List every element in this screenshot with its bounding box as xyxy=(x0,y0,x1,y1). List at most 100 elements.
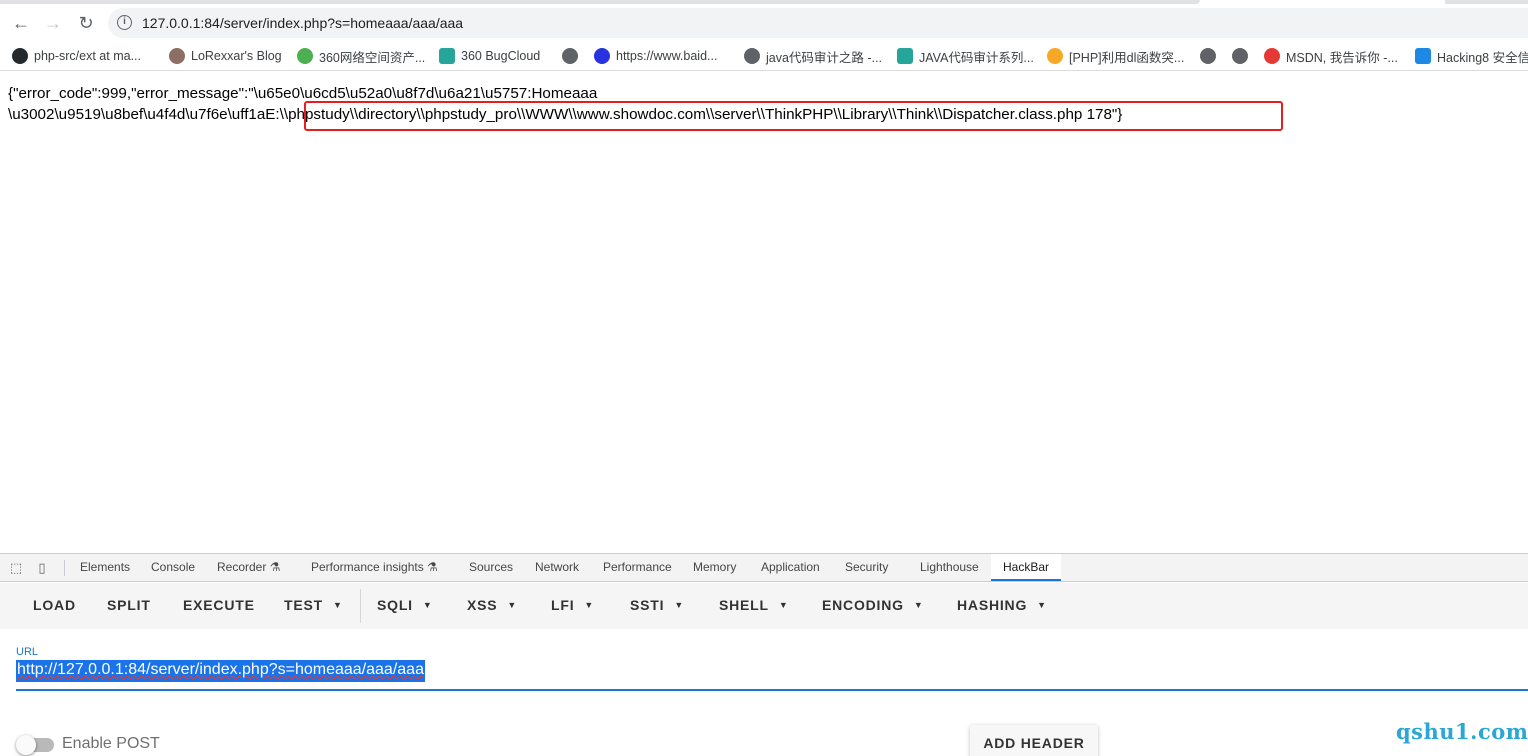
bookmark-item[interactable] xyxy=(1232,47,1254,65)
hackbar-load-button[interactable]: LOAD xyxy=(33,597,76,613)
reload-button[interactable]: ↻ xyxy=(73,10,99,36)
devtools-tab-performance[interactable]: Performance xyxy=(603,554,672,581)
hackbar-split-button[interactable]: SPLIT xyxy=(107,597,151,613)
forward-button[interactable]: → xyxy=(40,10,66,36)
hackbar-button-label: LOAD xyxy=(33,597,76,613)
bookmark-item[interactable]: JAVA代码审计系列... xyxy=(897,47,1034,65)
hackbar-test-button[interactable]: TEST ▼ xyxy=(284,597,343,613)
hackbar-ssti-button[interactable]: SSTI ▼ xyxy=(630,597,684,613)
tab-strip xyxy=(0,0,1200,4)
devtools-tab-elements[interactable]: Elements xyxy=(80,554,130,581)
bookmark-label: 360 BugCloud xyxy=(461,49,541,63)
doc-icon xyxy=(897,48,913,64)
enable-post-label: Enable POST xyxy=(62,735,160,752)
devtools-tab-sources[interactable]: Sources xyxy=(469,554,513,581)
baidu-icon xyxy=(594,48,610,64)
bookmark-item[interactable]: php-src/ext at ma... xyxy=(12,47,141,65)
url-input-underline xyxy=(16,689,1528,691)
bookmark-label: [PHP]利用dl函数突... xyxy=(1069,50,1185,65)
bookmark-label: java代码审计之路 -... xyxy=(766,50,882,65)
hackbar-url-input[interactable]: http://127.0.0.1:84/server/index.php?s=h… xyxy=(16,660,425,682)
bookmark-item[interactable]: MSDN, 我告诉你 -... xyxy=(1264,47,1398,65)
bookmark-item[interactable] xyxy=(562,47,584,65)
bookmark-item[interactable]: Hacking8 安全信 xyxy=(1415,47,1528,65)
hackbar-button-label: EXECUTE xyxy=(183,597,255,613)
hackbar-lfi-button[interactable]: LFI ▼ xyxy=(551,597,594,613)
hackbar-menu: LOAD SPLIT EXECUTE TEST ▼ SQLI ▼ XSS ▼ LFI ▼ SSTI ▼ S… xyxy=(0,583,1528,629)
devtools-tab-console[interactable]: Console xyxy=(151,554,195,581)
bookmark-item[interactable]: [PHP]利用dl函数突... xyxy=(1047,47,1184,65)
bookmark-label: Hacking8 安全信 xyxy=(1437,50,1528,65)
hackbar-button-label: SHELL xyxy=(719,597,769,613)
address-bar[interactable]: i 127.0.0.1:84/server/index.php?s=homeaa… xyxy=(108,8,1528,38)
hackbar-button-label: LFI xyxy=(551,597,575,613)
msdn-icon xyxy=(1264,48,1280,64)
hackbar-xss-button[interactable]: XSS ▼ xyxy=(467,597,517,613)
hackbar-sqli-button[interactable]: SQLI ▼ xyxy=(377,597,433,613)
bookmark-label: php-src/ext at ma... xyxy=(34,49,141,63)
url-field-label: URL xyxy=(16,646,39,658)
forward-arrow-icon: → xyxy=(44,12,62,33)
caret-down-icon: ▼ xyxy=(507,600,518,610)
address-bar-url[interactable]: 127.0.0.1:84/server/index.php?s=homeaaa/… xyxy=(142,15,463,31)
bookmark-label: 360网络空间资产... xyxy=(319,50,426,65)
java-icon xyxy=(744,48,760,64)
hackbar-button-label: SPLIT xyxy=(107,597,151,613)
inspect-element-icon[interactable]: ⬚ xyxy=(8,560,24,576)
caret-down-icon: ▼ xyxy=(1037,600,1047,610)
github-icon xyxy=(12,48,28,64)
back-arrow-icon: ← xyxy=(12,12,30,33)
hackbar-button-label: XSS xyxy=(467,597,498,613)
bookmark-item[interactable]: java代码审计之路 -... xyxy=(744,47,882,65)
back-button[interactable]: ← xyxy=(8,10,34,36)
hackbar-button-label: SSTI xyxy=(630,597,665,613)
devtools-tab-lighthouse[interactable]: Lighthouse xyxy=(920,554,979,581)
globe-icon xyxy=(1200,48,1216,64)
devtools-separator xyxy=(64,560,65,576)
add-header-button[interactable]: ADD HEADER xyxy=(970,725,1098,756)
bookmark-item[interactable]: https://www.baid... xyxy=(594,47,717,65)
site-info-icon[interactable]: i xyxy=(117,15,132,30)
hackbar-hashing-button[interactable]: HASHING ▼ xyxy=(957,597,1047,613)
hackbar-button-label: HASHING xyxy=(957,597,1028,613)
devtools-tab-performance-insights[interactable]: Performance insights ⚗ xyxy=(311,554,438,581)
globe-icon xyxy=(562,48,578,64)
caret-down-icon: ▼ xyxy=(584,600,595,610)
devtools-tabbar: ⬚ ▯ Elements Console Recorder ⚗ Performance… xyxy=(0,554,1528,582)
hackbar-button-label: TEST xyxy=(284,597,323,613)
reload-icon: ↻ xyxy=(78,12,94,33)
bookmark-item[interactable] xyxy=(1200,47,1222,65)
devtools-tab-network[interactable]: Network xyxy=(535,554,579,581)
bugcloud-icon xyxy=(439,48,455,64)
hackbar-encoding-button[interactable]: ENCODING ▼ xyxy=(822,597,924,613)
bookmarks-bar: php-src/ext at ma... LoRexxar's Blog 360网络… xyxy=(0,41,1528,71)
hackbar-menu-divider xyxy=(360,589,361,623)
device-toolbar-icon[interactable]: ▯ xyxy=(34,560,50,576)
devtools-tab-security[interactable]: Security xyxy=(845,554,888,581)
caret-down-icon: ▼ xyxy=(913,600,924,610)
devtools-tab-application[interactable]: Application xyxy=(761,554,820,581)
caret-down-icon: ▼ xyxy=(422,600,433,610)
bookmark-item[interactable]: 360网络空间资产... xyxy=(297,47,425,65)
php-icon xyxy=(1047,48,1063,64)
devtools-panel: ⬚ ▯ Elements Console Recorder ⚗ Performance… xyxy=(0,553,1528,756)
blog-icon xyxy=(169,48,185,64)
enable-post-toggle[interactable] xyxy=(16,735,54,755)
devtools-tab-memory[interactable]: Memory xyxy=(693,554,736,581)
caret-down-icon: ▼ xyxy=(332,600,343,610)
caret-down-icon: ▼ xyxy=(674,600,685,610)
hacking8-icon xyxy=(1415,48,1431,64)
hackbar-execute-button[interactable]: EXECUTE xyxy=(183,597,255,613)
devtools-tab-hackbar[interactable]: HackBar xyxy=(991,554,1062,581)
globe-icon xyxy=(1232,48,1248,64)
bookmark-label: https://www.baid... xyxy=(616,49,718,63)
bookmark-item[interactable]: 360 BugCloud xyxy=(439,47,540,65)
toggle-knob xyxy=(16,735,36,755)
tab-strip-right xyxy=(1445,0,1528,4)
hackbar-shell-button[interactable]: SHELL ▼ xyxy=(719,597,789,613)
path-highlight-box xyxy=(304,101,1283,131)
hackbar-button-label: ENCODING xyxy=(822,597,904,613)
bookmark-label: LoRexxar's Blog xyxy=(191,49,282,63)
devtools-tab-recorder[interactable]: Recorder ⚗ xyxy=(217,554,280,581)
bookmark-item[interactable]: LoRexxar's Blog xyxy=(169,47,282,65)
